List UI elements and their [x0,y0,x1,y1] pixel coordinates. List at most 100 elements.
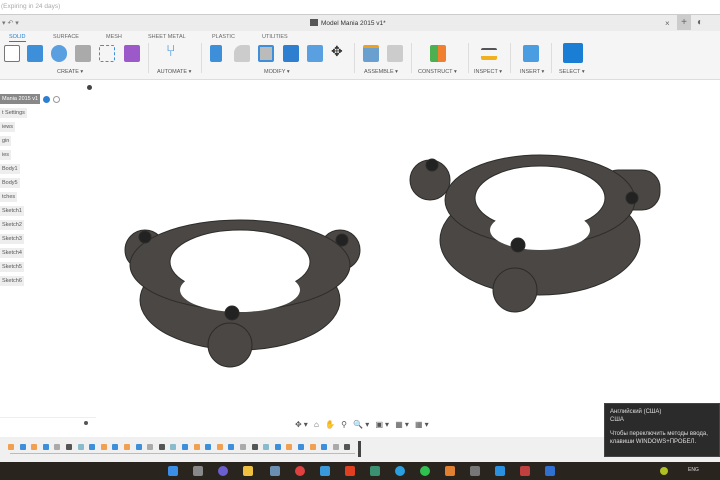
group-construct[interactable]: CONSTRUCT ▾ [418,69,457,75]
browser-item[interactable]: ies [0,150,12,160]
browser-item[interactable]: iews [0,122,16,132]
timeline-feature[interactable] [321,444,328,450]
timeline-feature[interactable] [158,444,165,450]
timeline-feature[interactable] [135,444,142,450]
browser-item[interactable]: Sketch3 [0,234,24,244]
timeline-feature[interactable] [77,444,84,450]
browser-item[interactable]: t Settings [0,108,27,118]
create-sketch-icon[interactable] [4,45,20,62]
group-assemble[interactable]: ASSEMBLE ▾ [364,69,398,75]
taskbar-app-icon[interactable] [218,466,228,476]
taskbar-app-icon[interactable] [370,466,380,476]
timeline-feature[interactable] [124,444,130,450]
taskbar-app-icon[interactable] [495,466,505,476]
browser-item[interactable]: Sketch5 [0,262,24,272]
timeline-feature[interactable] [263,444,270,450]
close-tab-icon[interactable]: × [665,19,670,28]
timeline-feature[interactable] [286,444,293,450]
press-pull-icon[interactable] [210,45,222,62]
measure-icon[interactable] [481,48,497,60]
browser-item[interactable]: Body5 [0,178,20,188]
tab-utilities[interactable]: UTILITIES [262,34,288,40]
group-automate[interactable]: AUTOMATE ▾ [157,69,191,75]
comments-options-icon[interactable] [84,421,88,425]
group-insert[interactable]: INSERT ▾ [520,69,544,75]
language-indicator[interactable]: ENG [688,467,699,473]
timeline-feature[interactable] [8,444,14,450]
folder-icon[interactable] [243,466,253,476]
extrude-icon[interactable] [27,45,43,62]
document-tab[interactable]: Model Mania 2015 v1* [310,19,386,27]
fusion-icon[interactable] [445,466,455,476]
office-icon[interactable] [345,466,355,476]
telegram-icon[interactable] [395,466,405,476]
browser-item[interactable]: Sketch6 [0,276,24,286]
timeline-feature[interactable] [344,444,351,450]
radio-icon[interactable] [53,95,61,103]
timeline-feature[interactable] [228,444,235,450]
taskbar-app-icon[interactable] [520,466,530,476]
timeline-feature[interactable] [112,444,119,450]
timeline-feature[interactable] [240,444,246,450]
joint-icon[interactable] [387,45,403,62]
browser-item[interactable]: tches [0,192,18,202]
timeline-marker[interactable] [358,441,361,457]
sync-icon[interactable]: ◐ [697,17,703,28]
tab-sheet-metal[interactable]: SHEET METAL [148,34,186,40]
timeline-feature[interactable] [19,444,26,450]
whatsapp-icon[interactable] [420,466,430,476]
timeline-feature[interactable] [54,444,61,450]
revolve-icon[interactable] [51,45,67,62]
yandex-icon[interactable] [295,466,305,476]
pattern-icon[interactable] [99,45,115,62]
select-icon[interactable] [563,43,583,63]
taskbar-app-icon[interactable] [193,466,203,476]
browser-item[interactable]: Body1 [0,164,20,174]
timeline-feature[interactable] [89,444,96,450]
split-icon[interactable] [307,45,323,62]
new-component-icon[interactable] [363,45,379,62]
timeline-feature[interactable] [332,444,339,450]
timeline-feature[interactable] [298,444,304,450]
group-inspect[interactable]: INSPECT ▾ [474,69,502,75]
timeline-feature[interactable] [251,444,258,450]
timeline-feature[interactable] [182,444,188,450]
timeline-feature[interactable] [100,444,107,450]
group-modify[interactable]: MODIFY ▾ [264,69,290,75]
taskbar-app-icon[interactable] [545,466,555,476]
browser-root[interactable]: Mania 2015 v1 [0,94,41,104]
fillet-icon[interactable] [234,45,250,62]
viewport-canvas[interactable] [0,80,720,440]
panel-options-icon[interactable] [87,85,92,90]
automate-icon[interactable]: ⑂ [166,43,182,60]
tab-mesh[interactable]: MESH [106,34,122,40]
browser-item[interactable]: Sketch4 [0,248,24,258]
timeline-feature[interactable] [309,444,316,450]
move-icon[interactable]: ✥ [331,43,347,60]
browser-item[interactable]: Sketch1 [0,206,24,216]
timeline-feature[interactable] [274,444,281,450]
timeline-feature[interactable] [193,444,200,450]
timeline-feature[interactable] [170,444,177,450]
timeline-feature[interactable] [216,444,223,450]
tab-surface[interactable]: SURFACE [53,34,79,40]
combine-icon[interactable] [283,45,299,62]
taskbar-app-icon[interactable] [270,466,280,476]
mail-icon[interactable] [320,466,330,476]
hole-icon[interactable] [75,45,91,62]
construct-plane-icon[interactable] [430,45,446,62]
taskbar-app-icon[interactable] [470,466,480,476]
tray-icon[interactable] [660,467,668,475]
tab-solid[interactable]: SOLID [9,34,26,42]
form-icon[interactable] [124,45,140,62]
timeline-feature[interactable] [147,444,154,450]
tab-plastic[interactable]: PLASTIC [212,34,235,40]
timeline-feature[interactable] [31,444,38,450]
group-create[interactable]: CREATE ▾ [57,69,83,75]
shell-icon[interactable] [258,45,274,62]
timeline-feature[interactable] [205,444,212,450]
new-tab-icon[interactable]: + [677,15,691,30]
insert-image-icon[interactable] [523,45,539,62]
timeline-feature[interactable] [66,444,72,450]
navigation-bar[interactable]: ✥▾ ⌂ ✋ ⚲ 🔍▾ ▣▾ ▦▾ ▦▾ [295,420,431,429]
